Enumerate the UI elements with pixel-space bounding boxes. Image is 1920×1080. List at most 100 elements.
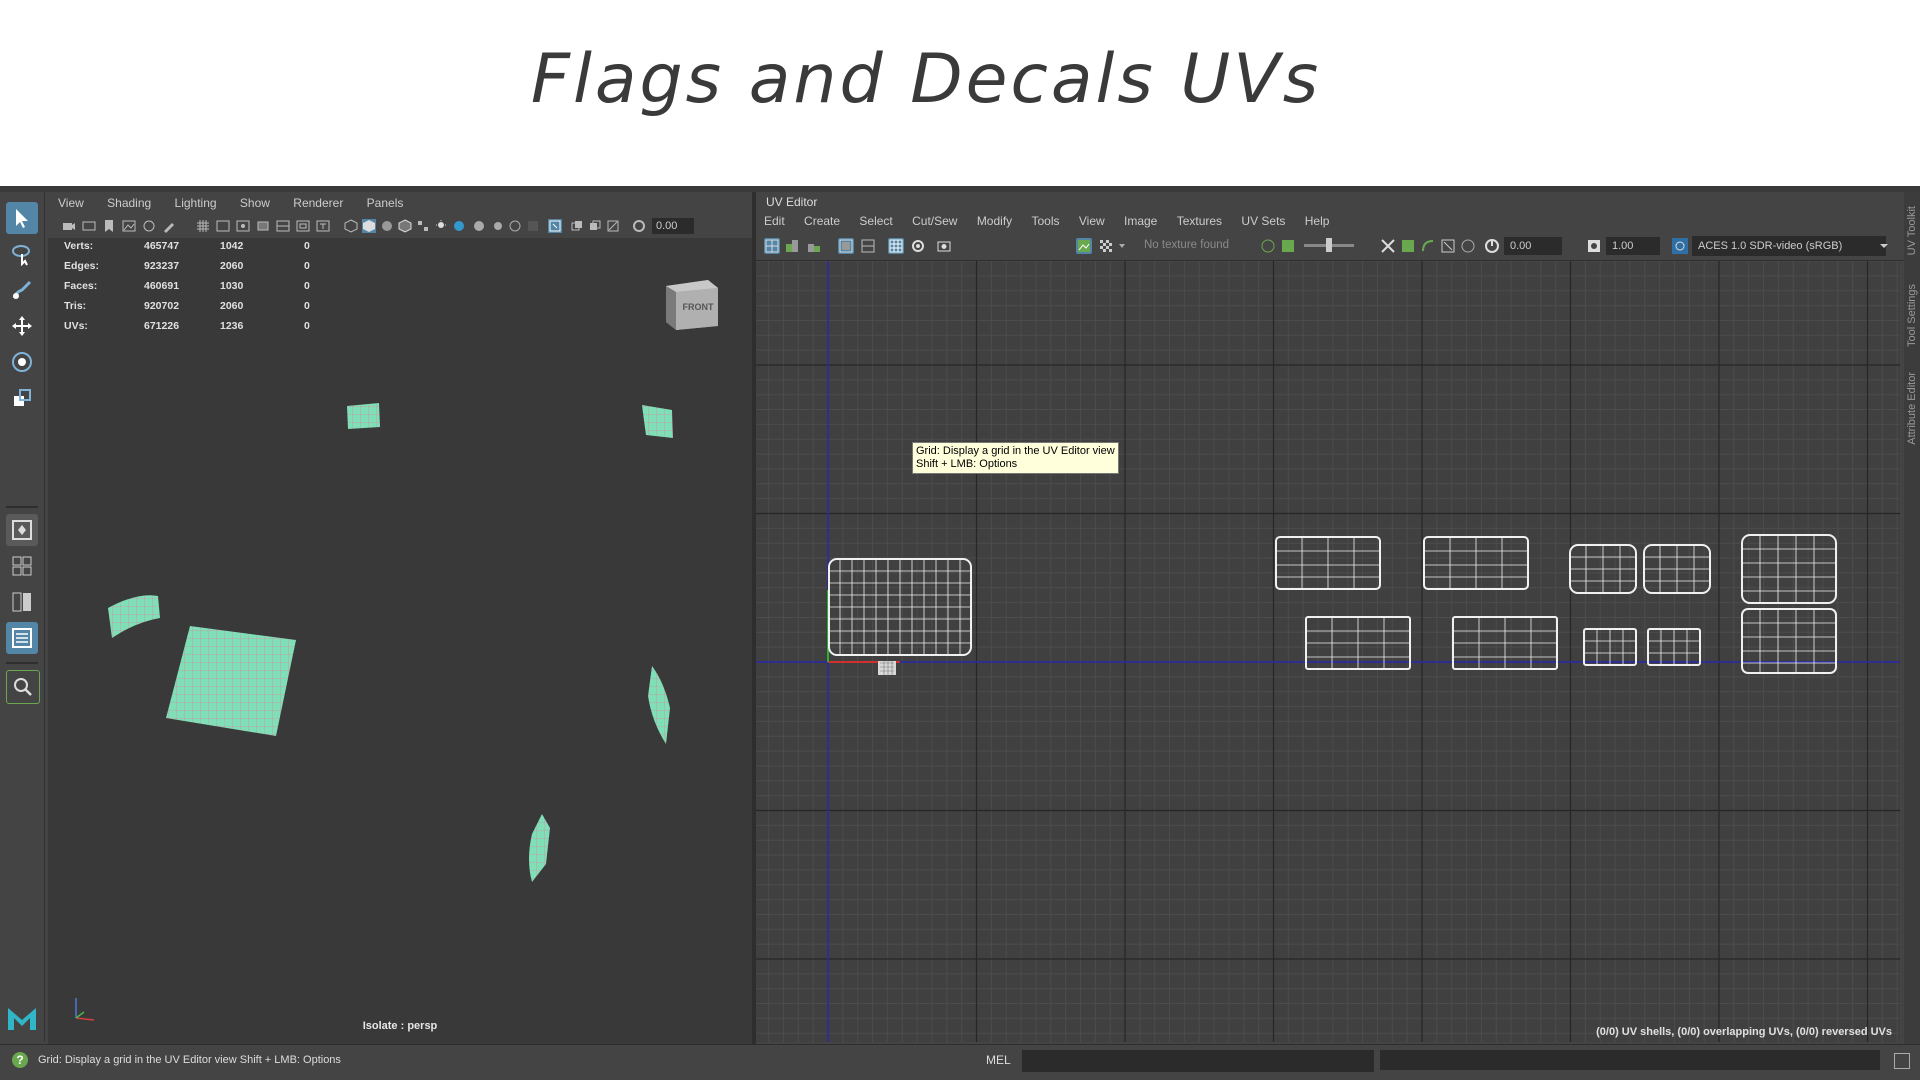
- bookmark-icon[interactable]: [102, 219, 116, 233]
- lasso-tool-icon[interactable]: [6, 238, 38, 270]
- search-icon[interactable]: [6, 670, 40, 704]
- uv-shell-select-icon[interactable]: [764, 238, 780, 254]
- image-ratio-slider[interactable]: [1304, 238, 1354, 252]
- tab-tool-settings[interactable]: Tool Settings: [1906, 284, 1918, 347]
- single-view-layout-icon[interactable]: [6, 514, 38, 546]
- uv-shell[interactable]: [1741, 608, 1837, 674]
- pixel-snap-icon[interactable]: [910, 238, 926, 254]
- filter-image-icon[interactable]: [1400, 238, 1416, 254]
- xray-active-components-icon[interactable]: [588, 219, 602, 233]
- smooth-shade-icon[interactable]: [362, 219, 376, 233]
- decal-mesh[interactable]: [648, 666, 670, 744]
- decal-mesh[interactable]: [166, 626, 296, 736]
- uv-menu-select[interactable]: Select: [859, 214, 892, 228]
- chevron-down-icon[interactable]: [1118, 238, 1126, 254]
- resolution-gate-icon[interactable]: [236, 219, 250, 233]
- select-tool-icon[interactable]: [6, 202, 38, 234]
- uv-menu-edit[interactable]: Edit: [764, 214, 785, 228]
- menu-view[interactable]: View: [58, 196, 84, 210]
- uv-grid-toggle-icon[interactable]: [888, 238, 904, 254]
- side-by-side-layout-icon[interactable]: [6, 586, 38, 618]
- textured-icon[interactable]: [416, 219, 430, 233]
- rotate-tool-icon[interactable]: [6, 346, 38, 378]
- camera-icon[interactable]: [62, 219, 76, 233]
- 2d-pan-zoom-icon[interactable]: [142, 219, 156, 233]
- dim-image-icon[interactable]: [1380, 238, 1396, 254]
- uv-face-select-icon[interactable]: [784, 238, 800, 254]
- uv-shaded-icon[interactable]: [838, 238, 854, 254]
- isolate-uv-icon[interactable]: [1440, 238, 1456, 254]
- psd-icon[interactable]: [1460, 238, 1476, 254]
- shadows-icon[interactable]: [452, 219, 466, 233]
- motion-blur-icon[interactable]: [490, 219, 504, 233]
- wireframe-on-shaded-icon[interactable]: [398, 219, 412, 233]
- uv-menu-uv-sets[interactable]: UV Sets: [1241, 214, 1285, 228]
- uv-shell[interactable]: [828, 558, 972, 656]
- tab-uv-toolkit[interactable]: UV Toolkit: [1906, 206, 1918, 255]
- paint-select-tool-icon[interactable]: [6, 274, 38, 306]
- uv-menu-modify[interactable]: Modify: [977, 214, 1012, 228]
- gamma-icon[interactable]: [1586, 238, 1602, 254]
- color-space-dropdown[interactable]: ACES 1.0 SDR-video (sRGB): [1692, 236, 1886, 256]
- film-gate-icon[interactable]: [216, 219, 230, 233]
- uv-menu-image[interactable]: Image: [1124, 214, 1157, 228]
- uv-shell[interactable]: [1423, 536, 1529, 590]
- uv-menu-cut-sew[interactable]: Cut/Sew: [912, 214, 957, 228]
- chevron-down-icon[interactable]: [1878, 238, 1890, 254]
- uv-menu-textures[interactable]: Textures: [1177, 214, 1222, 228]
- safe-action-icon[interactable]: [296, 219, 310, 233]
- uv-edge-select-icon[interactable]: [806, 238, 822, 254]
- uv-shell[interactable]: [1452, 616, 1558, 670]
- uv-menu-help[interactable]: Help: [1305, 214, 1330, 228]
- snapshot-camera-icon[interactable]: [936, 238, 952, 254]
- uv-shell[interactable]: [1569, 544, 1637, 594]
- wireframe-icon[interactable]: [344, 219, 358, 233]
- image-plane-icon[interactable]: [122, 219, 136, 233]
- gamma-field[interactable]: 1.00: [1606, 237, 1660, 255]
- uv-menu-tools[interactable]: Tools: [1032, 214, 1060, 228]
- flag-mesh[interactable]: [108, 595, 160, 638]
- tab-attribute-editor[interactable]: Attribute Editor: [1906, 372, 1918, 445]
- outliner-layout-icon[interactable]: [6, 622, 38, 654]
- xray-icon[interactable]: [570, 219, 584, 233]
- menu-lighting[interactable]: Lighting: [175, 196, 217, 210]
- decal-mesh[interactable]: [529, 814, 550, 882]
- camera-attributes-icon[interactable]: [82, 219, 96, 233]
- uv-shell[interactable]: [1643, 544, 1711, 594]
- uv-distortion-icon[interactable]: [860, 238, 876, 254]
- pixel-icon[interactable]: [1420, 238, 1436, 254]
- mel-language-toggle[interactable]: MEL: [986, 1053, 1011, 1067]
- grease-pencil-icon[interactable]: [162, 219, 176, 233]
- flag-mesh[interactable]: [642, 405, 673, 438]
- flag-mesh[interactable]: [347, 403, 380, 429]
- menu-renderer[interactable]: Renderer: [293, 196, 343, 210]
- view-transform-icon[interactable]: [1672, 238, 1688, 254]
- default-material-icon[interactable]: [380, 219, 394, 233]
- safe-title-icon[interactable]: [316, 219, 330, 233]
- menu-show[interactable]: Show: [240, 196, 270, 210]
- script-editor-icon[interactable]: [1894, 1053, 1910, 1069]
- grid-toggle-icon[interactable]: [196, 219, 210, 233]
- rgb-channels-icon[interactable]: [1260, 238, 1276, 254]
- move-tool-icon[interactable]: [6, 310, 38, 342]
- xray-joints-icon[interactable]: [606, 219, 620, 233]
- alpha-channel-icon[interactable]: [1280, 238, 1296, 254]
- exposure-field[interactable]: 0.00: [1504, 237, 1562, 255]
- isolate-select-icon[interactable]: [548, 219, 562, 233]
- uv-menu-view[interactable]: View: [1079, 214, 1105, 228]
- uv-grid[interactable]: [756, 261, 1900, 1042]
- four-view-layout-icon[interactable]: [6, 550, 38, 582]
- screen-space-ao-icon[interactable]: [472, 219, 486, 233]
- uv-menu-create[interactable]: Create: [804, 214, 840, 228]
- mel-command-input[interactable]: [1022, 1050, 1374, 1072]
- use-all-lights-icon[interactable]: [434, 219, 448, 233]
- gate-mask-icon[interactable]: [256, 219, 270, 233]
- uv-shell[interactable]: [1275, 536, 1381, 590]
- uv-shell[interactable]: [1741, 534, 1837, 604]
- exposure-icon[interactable]: [632, 219, 646, 233]
- slider-handle[interactable]: [1326, 238, 1332, 252]
- field-chart-icon[interactable]: [276, 219, 290, 233]
- menu-shading[interactable]: Shading: [107, 196, 151, 210]
- uv-canvas[interactable]: (0/0) UV shells, (0/0) overlapping UVs, …: [756, 261, 1900, 1042]
- exposure-field[interactable]: 0.00: [652, 218, 694, 234]
